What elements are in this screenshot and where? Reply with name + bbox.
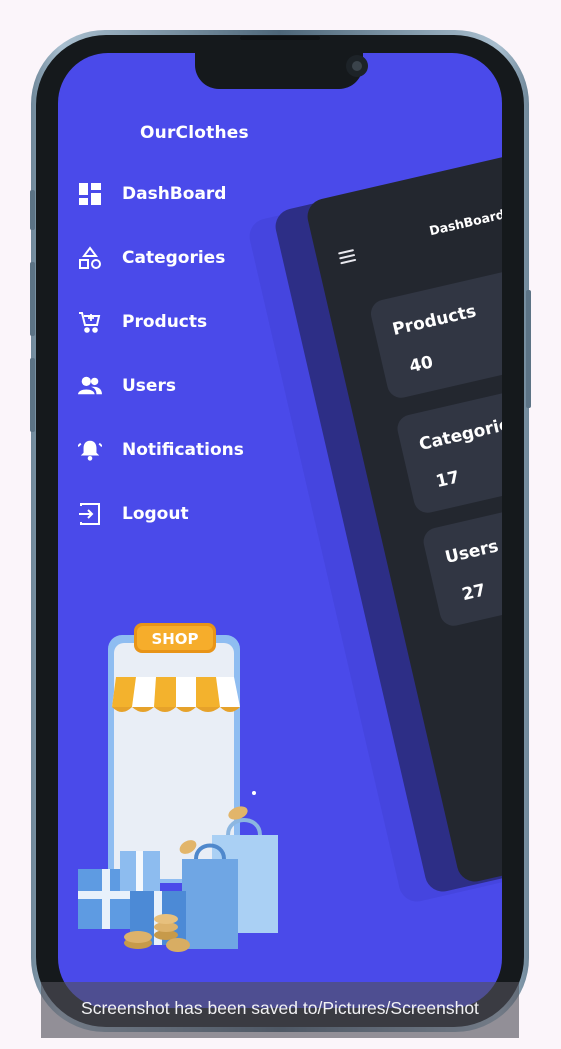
shop-illustration: SHOP: [78, 623, 298, 953]
menu-item-logout[interactable]: Logout: [78, 499, 189, 529]
menu-item-products[interactable]: Products: [78, 307, 207, 337]
stat-value: 27: [460, 580, 488, 606]
menu-item-dashboard[interactable]: DashBoard: [78, 179, 226, 209]
menu-item-categories[interactable]: Categories: [78, 243, 225, 273]
stat-value: 17: [433, 467, 462, 493]
screenshot-toast: Screenshot has been saved to/Pictures/Sc…: [41, 982, 519, 1038]
bell-icon: [78, 438, 102, 462]
categories-icon: [78, 246, 102, 270]
volume-up-button: [30, 262, 35, 336]
menu-item-label: Notifications: [122, 440, 244, 460]
svg-text:SHOP: SHOP: [151, 630, 198, 648]
menu-item-users[interactable]: Users: [78, 371, 176, 401]
stat-card-products[interactable]: Products 40: [368, 258, 502, 401]
users-icon: [78, 374, 102, 398]
dashboard-icon: [78, 182, 102, 206]
logout-icon: [78, 502, 102, 526]
stat-value: 40: [407, 352, 436, 378]
menu-item-label: DashBoard: [122, 184, 227, 204]
cart-icon: [78, 310, 102, 334]
stat-label: Categories: [417, 412, 502, 455]
menu-item-label: Categories: [122, 248, 226, 268]
front-camera: [346, 55, 368, 77]
menu-item-label: Products: [122, 312, 208, 332]
notch: [195, 53, 368, 89]
power-button: [526, 290, 531, 408]
hamburger-menu-icon[interactable]: [338, 249, 357, 265]
stat-label: Products: [390, 301, 479, 341]
speaker-grille: [240, 36, 320, 40]
menu-item-label: Users: [122, 376, 176, 396]
volume-down-button: [30, 358, 35, 432]
app-title: OurClothes: [140, 123, 249, 143]
stat-label: Users: [443, 536, 501, 569]
app-screen: DashBoard Products 40 Categories 17 User…: [58, 53, 502, 1008]
menu-item-label: Logout: [122, 504, 189, 524]
menu-item-notifications[interactable]: Notifications: [78, 435, 244, 465]
preview-title: DashBoard: [427, 206, 502, 239]
silent-switch: [30, 190, 35, 230]
